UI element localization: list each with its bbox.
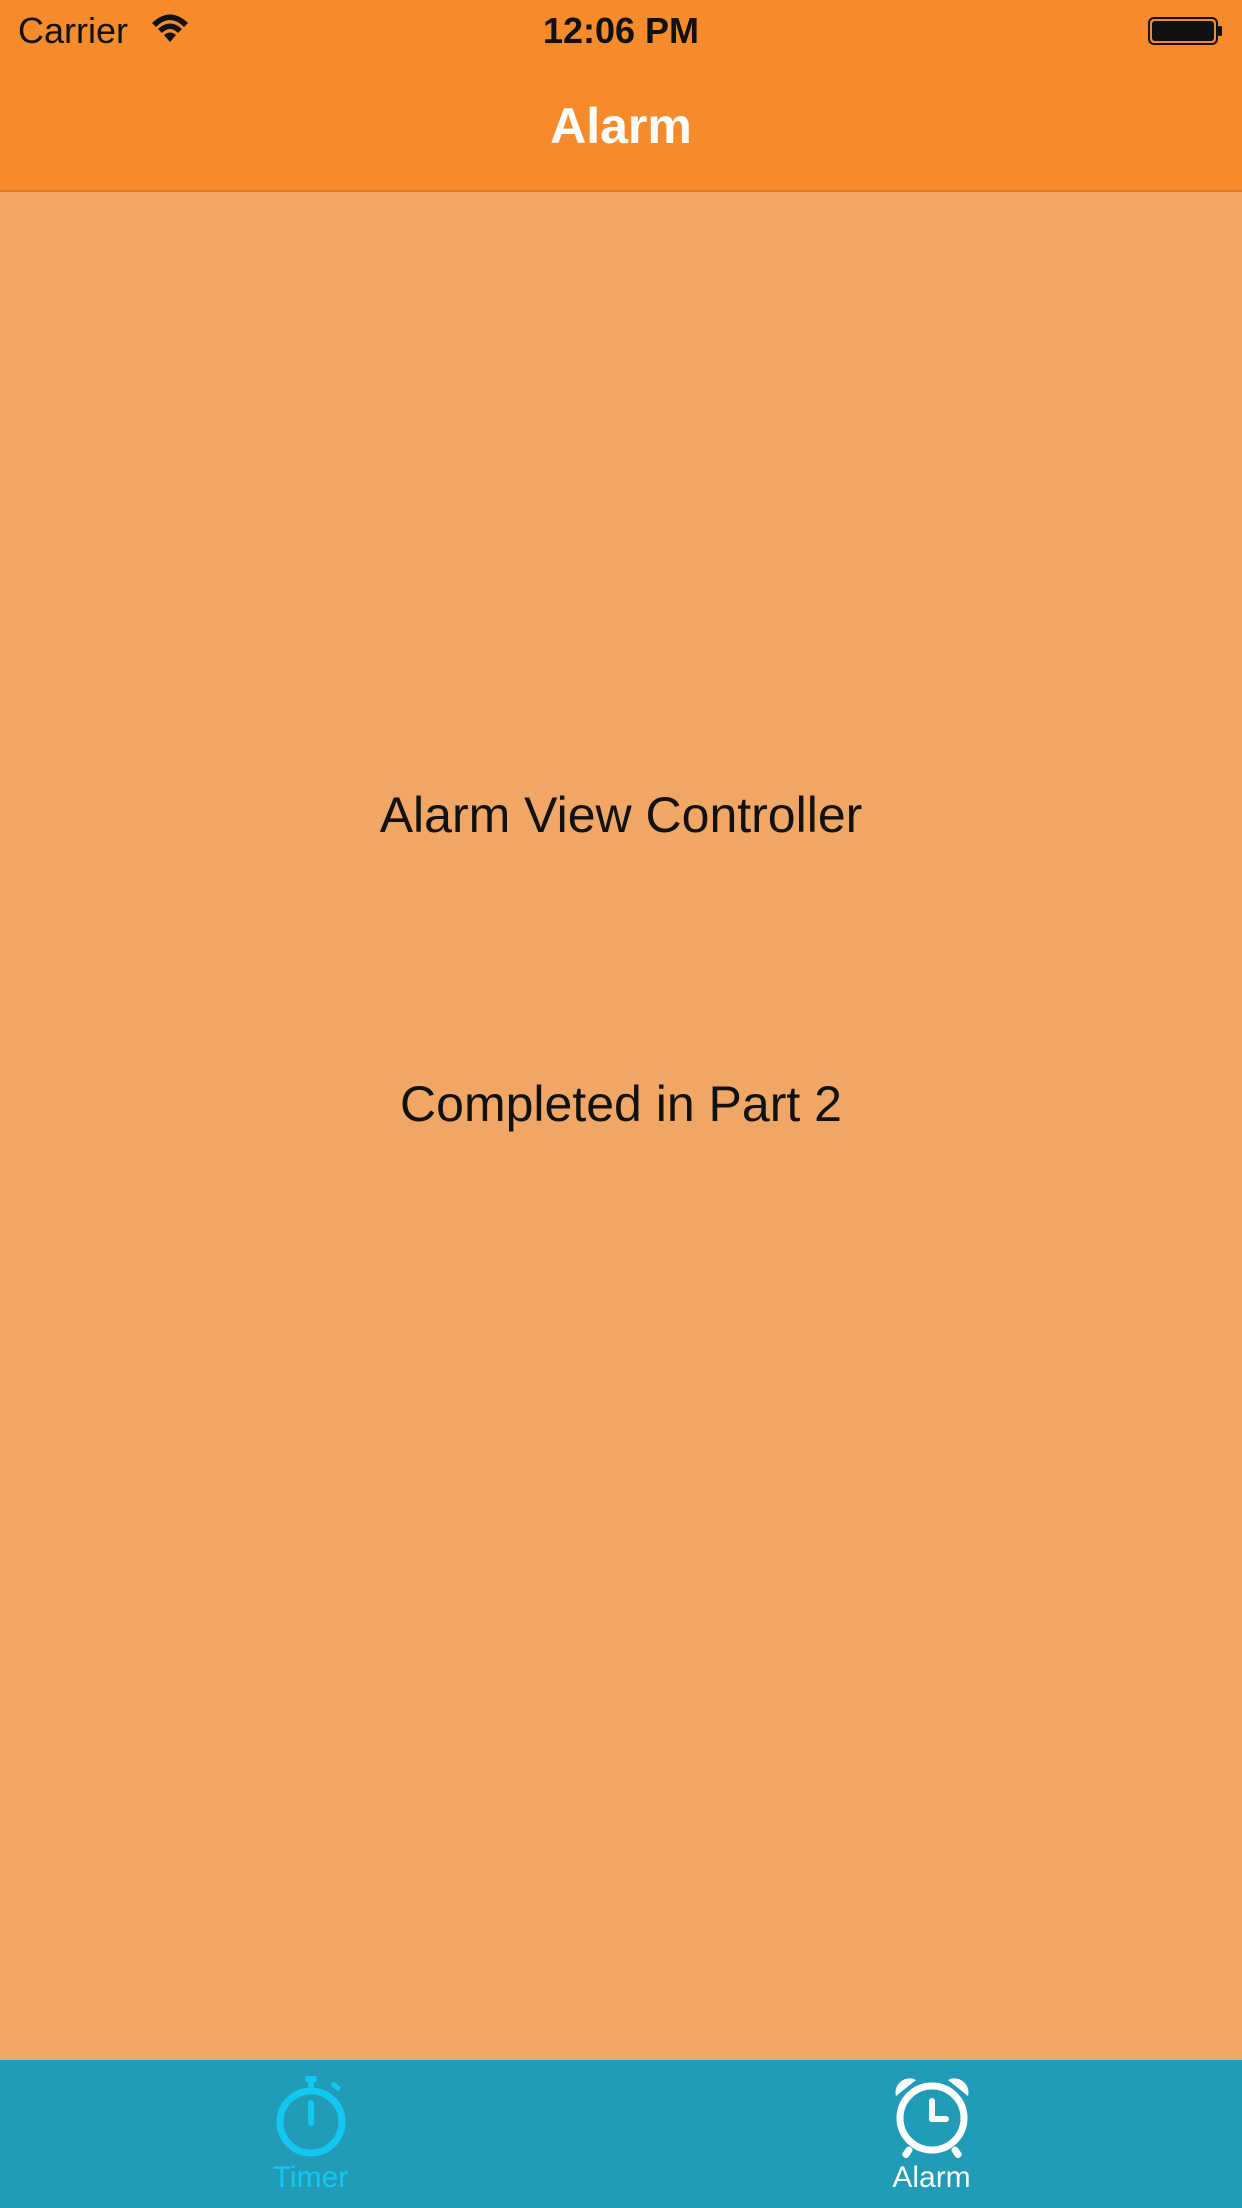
battery-icon: [1148, 17, 1222, 45]
nav-title: Alarm: [550, 98, 692, 154]
tab-timer-label: Timer: [272, 2161, 349, 2194]
completion-note-label: Completed in Part 2: [400, 1076, 842, 1132]
main-content: Alarm View Controller Completed in Part …: [0, 192, 1242, 2060]
tab-alarm[interactable]: Alarm: [621, 2060, 1242, 2208]
status-bar: Carrier 12:06 PM: [0, 0, 1242, 62]
stopwatch-icon: [276, 2076, 345, 2157]
tab-bar: Timer Alarm: [0, 2060, 1242, 2208]
navigation-bar: Carrier 12:06 PM Alarm: [0, 0, 1242, 192]
clock-time: 12:06 PM: [542, 10, 700, 51]
app-screen: Carrier 12:06 PM Alarm Alarm View Contro…: [0, 0, 1242, 2208]
alarm-clock-icon: [895, 2078, 968, 2158]
tab-alarm-label: Alarm: [892, 2161, 971, 2194]
view-controller-label: Alarm View Controller: [379, 787, 863, 843]
tab-timer[interactable]: Timer: [0, 2060, 621, 2208]
